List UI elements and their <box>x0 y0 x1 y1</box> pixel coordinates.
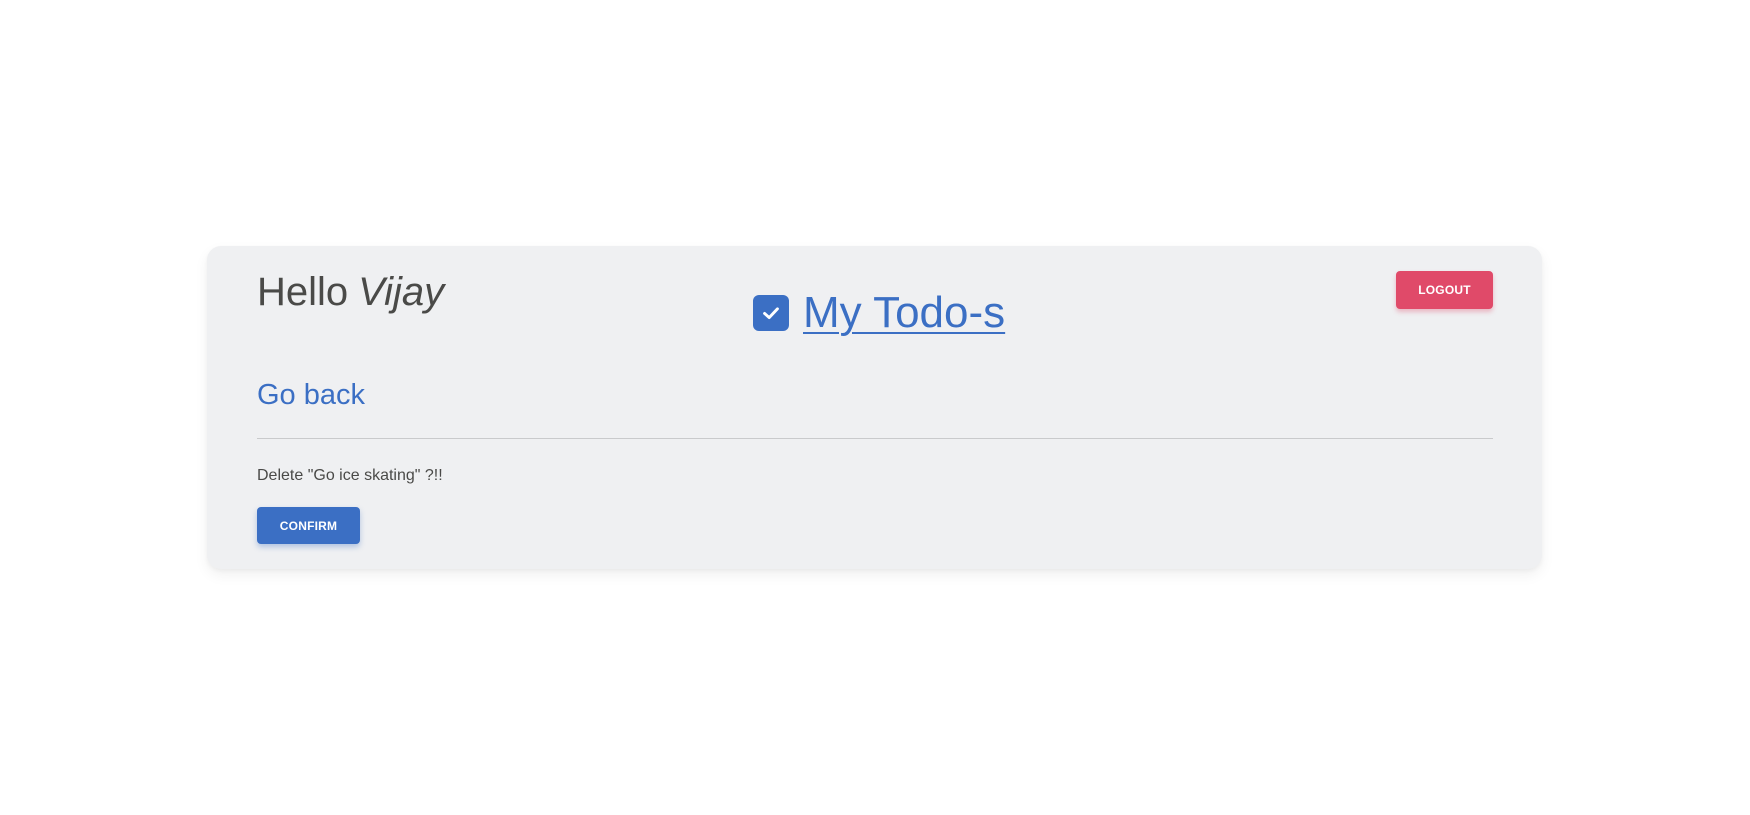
divider <box>257 438 1493 439</box>
main-card: Hello Vijay My Todo-s LOGOUT Go back Dele… <box>207 246 1542 569</box>
brand-title: My Todo-s <box>803 288 1006 337</box>
checkmark-icon <box>763 307 779 320</box>
checkbox-checked-icon <box>753 295 789 331</box>
go-back-link[interactable]: Go back <box>257 379 365 411</box>
confirm-button[interactable]: CONFIRM <box>257 507 360 544</box>
greeting-heading: Hello Vijay <box>257 272 444 312</box>
brand-link[interactable]: My Todo-s <box>753 290 1005 336</box>
user-name: Vijay <box>358 270 445 314</box>
logout-button[interactable]: LOGOUT <box>1396 271 1493 309</box>
greeting-text: Hello <box>257 270 349 314</box>
delete-confirmation-message: Delete "Go ice skating" ?!! <box>257 467 443 484</box>
